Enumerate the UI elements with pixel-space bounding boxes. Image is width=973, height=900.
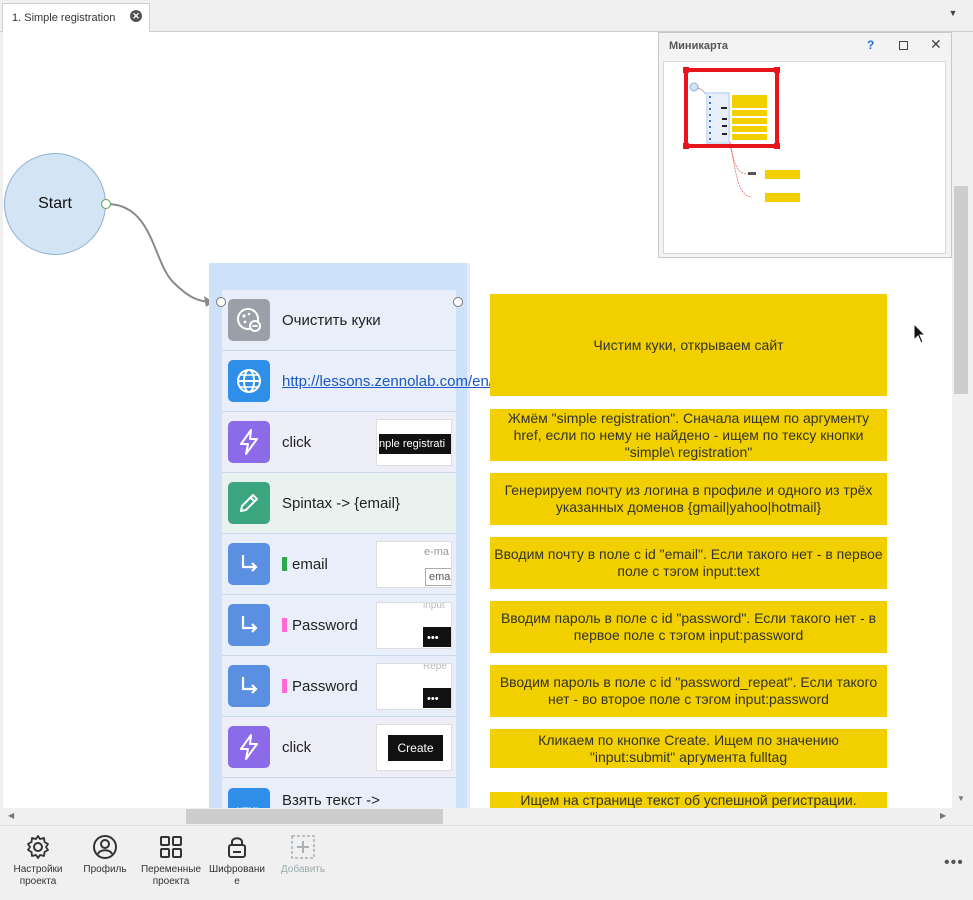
tab-bar: 1. Simple registration ✕ ▼ bbox=[0, 0, 973, 32]
arrow-right-icon bbox=[228, 604, 270, 646]
help-icon[interactable]: ? bbox=[867, 38, 874, 52]
project-variables-button[interactable]: Переменные проекта bbox=[139, 834, 203, 888]
note-click-simple-registration[interactable]: Жмём "simple registration". Сначала ищем… bbox=[490, 409, 887, 461]
mouse-cursor-icon bbox=[913, 323, 927, 344]
action-label: click bbox=[282, 433, 312, 451]
tab-simple-registration[interactable]: 1. Simple registration bbox=[2, 3, 150, 32]
minimap-panel: Миникарта ? ✕ bbox=[658, 32, 952, 258]
cookie-icon bbox=[228, 299, 270, 341]
scroll-left-icon[interactable]: ◀ bbox=[8, 811, 14, 820]
minimap-title: Миникарта bbox=[669, 40, 729, 52]
lightning-icon bbox=[228, 726, 270, 768]
grid-icon bbox=[160, 836, 182, 858]
add-button[interactable]: Добавить bbox=[271, 834, 335, 876]
maximize-icon[interactable] bbox=[899, 41, 908, 50]
start-node-label: Start bbox=[38, 195, 72, 212]
toolbar-label: Переменные проекта bbox=[140, 864, 202, 887]
minimap-view[interactable] bbox=[663, 61, 946, 254]
action-label: click bbox=[282, 738, 312, 756]
action-click-simple-registration[interactable]: click nple registrati bbox=[222, 412, 456, 473]
action-set-password-repeat[interactable]: Password Repe ••• bbox=[222, 656, 456, 717]
group-output-port[interactable] bbox=[453, 297, 463, 307]
minimap-preview bbox=[683, 67, 800, 202]
thumbnail-text-top: Repe bbox=[423, 663, 447, 672]
thumbnail-text: nple registrati bbox=[379, 434, 451, 454]
element-thumbnail: Create bbox=[376, 724, 452, 771]
action-set-email[interactable]: email e-ma ema bbox=[222, 534, 456, 595]
thumbnail-text: Create bbox=[388, 735, 443, 761]
toolbar-label: Профиль bbox=[83, 864, 127, 875]
lock-icon bbox=[228, 837, 246, 858]
action-label-wrap: Password bbox=[282, 617, 358, 634]
profile-button[interactable]: Профиль bbox=[73, 834, 137, 876]
globe-icon bbox=[228, 360, 270, 402]
chevron-down-icon[interactable]: ▼ bbox=[946, 8, 960, 22]
user-icon bbox=[93, 835, 117, 859]
action-label: Password bbox=[292, 616, 358, 634]
thumbnail-text-bottom: ema bbox=[425, 568, 451, 586]
action-clear-cookies[interactable]: Очистить куки bbox=[222, 290, 456, 351]
action-label: Очистить куки bbox=[282, 311, 381, 329]
app-window: 1. Simple registration ✕ ▼ Start Очистит… bbox=[0, 0, 973, 900]
html-icon: HTML bbox=[228, 788, 270, 808]
action-label: Password bbox=[292, 677, 358, 695]
tab-close-icon[interactable]: ✕ bbox=[130, 10, 142, 22]
action-label: Spintax -> {email} bbox=[282, 494, 400, 512]
thumbnail-text-top: e-ma bbox=[423, 546, 449, 558]
field-color-bar bbox=[282, 617, 287, 632]
thumbnail-text-bottom: ••• bbox=[423, 688, 451, 708]
toolbar-label: Добавить bbox=[280, 864, 326, 875]
arrow-right-icon bbox=[228, 665, 270, 707]
horizontal-scrollbar[interactable] bbox=[3, 808, 952, 825]
action-label: Взять текст -> bbox=[282, 792, 380, 808]
arrow-right-icon bbox=[228, 543, 270, 585]
action-label-wrap: email bbox=[282, 556, 328, 573]
start-node[interactable]: Start bbox=[4, 153, 106, 255]
start-output-port[interactable] bbox=[101, 199, 111, 209]
thumbnail-text-top: input bbox=[423, 602, 445, 611]
toolbar-label: Настройки проекта bbox=[13, 864, 63, 887]
scroll-right-icon[interactable]: ▶ bbox=[940, 811, 946, 820]
action-url-link[interactable]: http://lessons.zennolab.com/en/index bbox=[282, 373, 529, 390]
action-label-wrap: Password bbox=[282, 678, 358, 695]
encryption-button[interactable]: Шифровани е bbox=[205, 834, 269, 888]
gear-icon bbox=[27, 835, 49, 859]
element-thumbnail: input ••• bbox=[376, 602, 452, 649]
action-navigate-url[interactable]: http://lessons.zennolab.com/en/index bbox=[222, 351, 529, 412]
pencil-icon bbox=[228, 482, 270, 524]
bottom-toolbar: Настройки проекта Профиль Переменные про… bbox=[0, 825, 973, 900]
vertical-scroll-thumb[interactable] bbox=[954, 186, 968, 394]
element-thumbnail: Repe ••• bbox=[376, 663, 452, 710]
start-connection-line bbox=[106, 203, 214, 303]
lightning-icon bbox=[228, 421, 270, 463]
project-settings-button[interactable]: Настройки проекта bbox=[6, 834, 70, 888]
action-get-text[interactable]: HTML Взять текст -> bbox=[222, 778, 456, 808]
field-color-bar bbox=[282, 556, 287, 571]
note-click-create[interactable]: Кликаем по кнопке Create. Ищем по значен… bbox=[490, 729, 887, 768]
element-thumbnail: nple registrati bbox=[376, 419, 452, 466]
action-spintax-email[interactable]: Spintax -> {email} bbox=[222, 473, 456, 534]
vertical-scrollbar[interactable] bbox=[952, 32, 970, 808]
add-icon bbox=[291, 835, 315, 859]
note-enter-password-repeat[interactable]: Вводим пароль в поле с id "password_repe… bbox=[490, 665, 887, 717]
more-options-icon[interactable]: ••• bbox=[944, 854, 964, 872]
scroll-down-icon[interactable]: ▼ bbox=[957, 794, 965, 803]
note-find-success-text[interactable]: Ищем на странице текст об успешной регис… bbox=[490, 792, 887, 808]
note-generate-email[interactable]: Генерируем почту из логина в профиле и о… bbox=[490, 473, 887, 525]
tab-title: 1. Simple registration bbox=[12, 12, 116, 24]
toolbar-label: Шифровани е bbox=[209, 864, 265, 887]
action-label: email bbox=[292, 555, 328, 573]
group-input-port[interactable] bbox=[216, 297, 226, 307]
action-set-password[interactable]: Password input ••• bbox=[222, 595, 456, 656]
element-thumbnail: e-ma ema bbox=[376, 541, 452, 588]
note-enter-email[interactable]: Вводим почту в поле с id "email". Если т… bbox=[490, 537, 887, 589]
field-color-bar bbox=[282, 678, 287, 693]
note-clear-cookies[interactable]: Чистим куки, открываем сайт bbox=[490, 294, 887, 396]
horizontal-scroll-thumb[interactable] bbox=[186, 809, 443, 824]
close-icon[interactable]: ✕ bbox=[930, 36, 942, 53]
action-click-create[interactable]: click Create bbox=[222, 717, 456, 778]
note-enter-password[interactable]: Вводим пароль в поле с id "password". Ес… bbox=[490, 601, 887, 653]
thumbnail-text-bottom: ••• bbox=[423, 627, 451, 647]
